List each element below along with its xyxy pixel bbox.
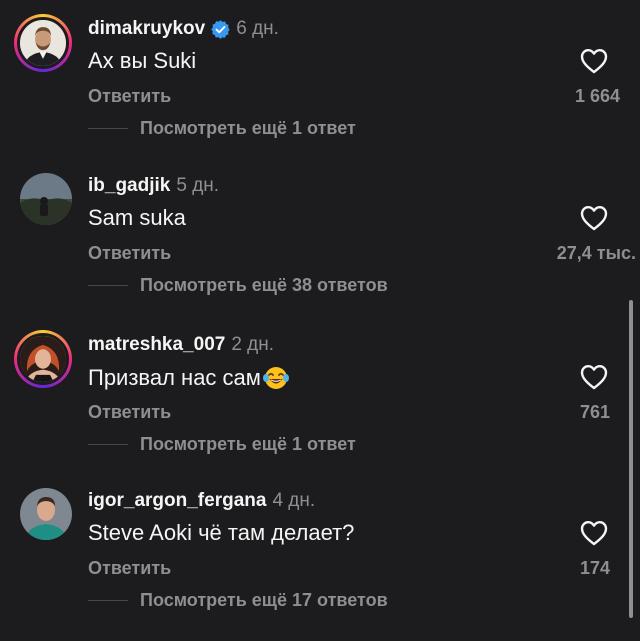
username[interactable]: igor_argon_fergana <box>88 490 266 512</box>
comment-time: 6 дн. <box>236 18 279 39</box>
view-replies-label: Посмотреть ещё 17 ответов <box>140 589 388 610</box>
divider-line <box>88 127 128 129</box>
avatar[interactable] <box>14 14 72 72</box>
like-count[interactable]: 174 <box>580 558 610 579</box>
comment-time: 2 дн. <box>231 334 275 355</box>
avatar-photo <box>20 488 72 540</box>
reply-button[interactable]: Ответить <box>88 243 171 264</box>
comment-header: matreshka_007 2 дн. <box>88 332 274 358</box>
avatar-photo <box>20 173 72 225</box>
divider-line <box>88 443 128 445</box>
scrollbar[interactable] <box>629 300 633 618</box>
like-heart-icon[interactable] <box>580 520 608 546</box>
comment-header: ib_gadjik 5 дн. <box>88 173 219 199</box>
comment-item: ib_gadjik 5 дн. Sam suka Ответить 27,4 т… <box>0 157 640 313</box>
comment-text-content: Sam suka <box>88 205 186 230</box>
comment-text-content: Призвал нас сам <box>88 365 261 390</box>
view-replies-button[interactable]: Посмотреть ещё 17 ответов <box>88 588 388 612</box>
view-replies-label: Посмотреть ещё 1 ответ <box>140 433 356 454</box>
comment-text: Ах вы Suki <box>88 48 196 74</box>
avatar[interactable] <box>14 330 72 388</box>
comment-text: Steve Aoki чё там делает? <box>88 520 354 546</box>
divider-line <box>88 284 128 286</box>
username[interactable]: matreshka_007 <box>88 334 225 356</box>
reply-button[interactable]: Ответить <box>88 558 171 579</box>
verified-badge-icon <box>211 19 230 39</box>
comment-text: Призвал нас сам <box>88 364 290 392</box>
view-replies-label: Посмотреть ещё 38 ответов <box>140 274 388 295</box>
reply-button[interactable]: Ответить <box>88 402 171 423</box>
comment-time: 5 дн. <box>176 175 220 196</box>
divider-line <box>88 599 128 601</box>
comment-header: dimakruykov 6 дн. <box>88 16 279 42</box>
comment-text-content: Steve Aoki чё там делает? <box>88 520 355 545</box>
avatar-photo <box>20 20 66 66</box>
view-replies-label: Посмотреть ещё 1 ответ <box>140 117 356 138</box>
comments-list: dimakruykov 6 дн. Ах вы Suki Ответить 1 … <box>0 0 640 641</box>
like-count[interactable]: 761 <box>580 402 610 423</box>
comment-text-content: Ах вы Suki <box>88 48 197 73</box>
view-replies-button[interactable]: Посмотреть ещё 1 ответ <box>88 432 356 456</box>
comment-item: matreshka_007 2 дн. Призвал нас сам Отве… <box>0 316 640 472</box>
like-heart-icon[interactable] <box>580 48 608 74</box>
view-replies-button[interactable]: Посмотреть ещё 38 ответов <box>88 273 388 297</box>
like-heart-icon[interactable] <box>580 205 608 231</box>
comment-item: dimakruykov 6 дн. Ах вы Suki Ответить 1 … <box>0 0 640 156</box>
like-count[interactable]: 1 664 <box>575 86 620 107</box>
username[interactable]: dimakruykov <box>88 18 205 40</box>
comment-item: igor_argon_fergana 4 дн. Steve Aoki чё т… <box>0 472 640 628</box>
avatar-photo <box>20 336 66 382</box>
face-with-tears-of-joy-icon <box>262 367 289 389</box>
comment-text: Sam suka <box>88 205 186 231</box>
username[interactable]: ib_gadjik <box>88 175 170 197</box>
reply-button[interactable]: Ответить <box>88 86 171 107</box>
avatar[interactable] <box>20 173 72 225</box>
comment-time: 4 дн. <box>272 490 316 511</box>
like-count[interactable]: 27,4 тыс. <box>557 243 636 264</box>
comment-header: igor_argon_fergana 4 дн. <box>88 488 315 514</box>
like-heart-icon[interactable] <box>580 364 608 390</box>
avatar[interactable] <box>20 488 72 540</box>
view-replies-button[interactable]: Посмотреть ещё 1 ответ <box>88 116 356 140</box>
